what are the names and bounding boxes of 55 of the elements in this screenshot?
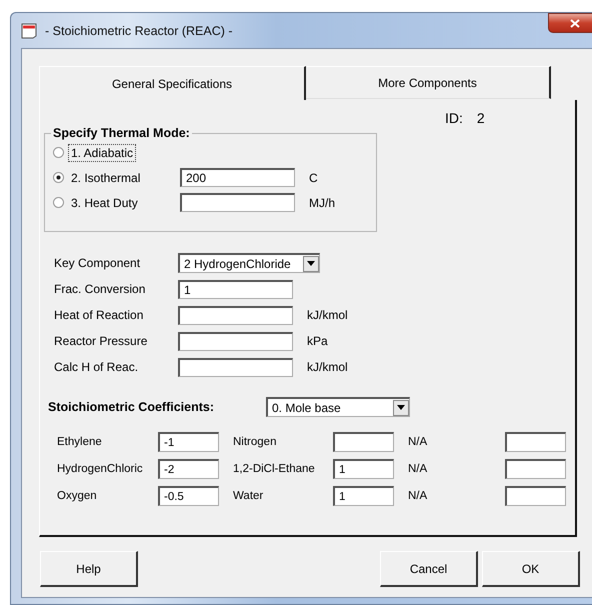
radio-option[interactable]: 1. Adiabatic (53, 142, 180, 162)
unit-label: kPa (307, 334, 328, 348)
field-label: Calc H of Reac. (54, 360, 140, 374)
field-label: Key Component (54, 256, 142, 270)
unit-label: MJ/h (309, 196, 336, 210)
coefficient-field[interactable] (333, 432, 394, 452)
radio-option[interactable]: 2. Isothermal (53, 168, 180, 188)
input-field[interactable]: 200 (180, 168, 295, 187)
radio-button[interactable] (53, 147, 64, 158)
unit-label: kJ/kmol (307, 360, 348, 374)
dialog-button[interactable]: OK (482, 551, 580, 587)
component-name: HydrogenChloric (57, 463, 144, 475)
tab[interactable]: General Specifications (39, 66, 306, 100)
id-label: ID: (445, 110, 463, 126)
document-icon (21, 22, 37, 38)
radio-button[interactable] (53, 172, 64, 183)
coefficient-field[interactable] (505, 459, 566, 479)
field-label: Heat of Reaction (54, 308, 144, 322)
component-name: N/A (408, 490, 428, 502)
close-button[interactable] (548, 13, 592, 33)
id-value: 2 (476, 110, 485, 126)
dialog-button[interactable]: Help (40, 551, 138, 587)
coefficient-field[interactable]: -0.5 (158, 486, 219, 506)
unit-label: C (309, 170, 318, 184)
input-field[interactable] (178, 358, 293, 376)
radio-option[interactable]: 3. Heat Duty (53, 192, 180, 212)
field-label: Frac. Conversion (54, 282, 146, 296)
radio-button[interactable] (53, 197, 64, 208)
input-field[interactable]: 1 (178, 280, 293, 298)
component-name: 1,2-DiCl-Ethane (233, 463, 316, 475)
coefficient-field[interactable]: -1 (158, 432, 219, 452)
input-field[interactable] (178, 306, 293, 324)
dialog-button[interactable]: Cancel (380, 551, 478, 587)
coefficient-field[interactable]: 1 (333, 486, 394, 506)
input-field[interactable] (180, 193, 295, 212)
input-field[interactable] (178, 332, 293, 350)
dropdown[interactable]: 0. Mole base (266, 397, 410, 417)
coefficient-field[interactable] (505, 486, 566, 506)
group-title: Specify Thermal Mode: (52, 126, 191, 140)
component-name: Ethylene (57, 436, 103, 448)
dropdown[interactable]: 2 HydrogenChloride (178, 253, 320, 273)
coefficient-field[interactable]: -2 (158, 459, 219, 479)
component-name: Oxygen (57, 490, 98, 502)
component-name: Nitrogen (233, 436, 278, 448)
coefficient-field[interactable]: 1 (333, 459, 394, 479)
component-name: N/A (408, 463, 428, 475)
section-label: Stoichiometric Coefficients: (48, 400, 215, 414)
window-title: - Stoichiometric Reactor (REAC) - (45, 24, 233, 38)
tab[interactable]: More Components (306, 66, 551, 99)
component-name: Water (233, 490, 264, 502)
close-icon[interactable] (570, 18, 580, 28)
coefficient-field[interactable] (505, 432, 566, 452)
unit-label: kJ/kmol (307, 308, 348, 322)
field-label: Reactor Pressure (54, 334, 148, 348)
component-name: N/A (408, 436, 428, 448)
